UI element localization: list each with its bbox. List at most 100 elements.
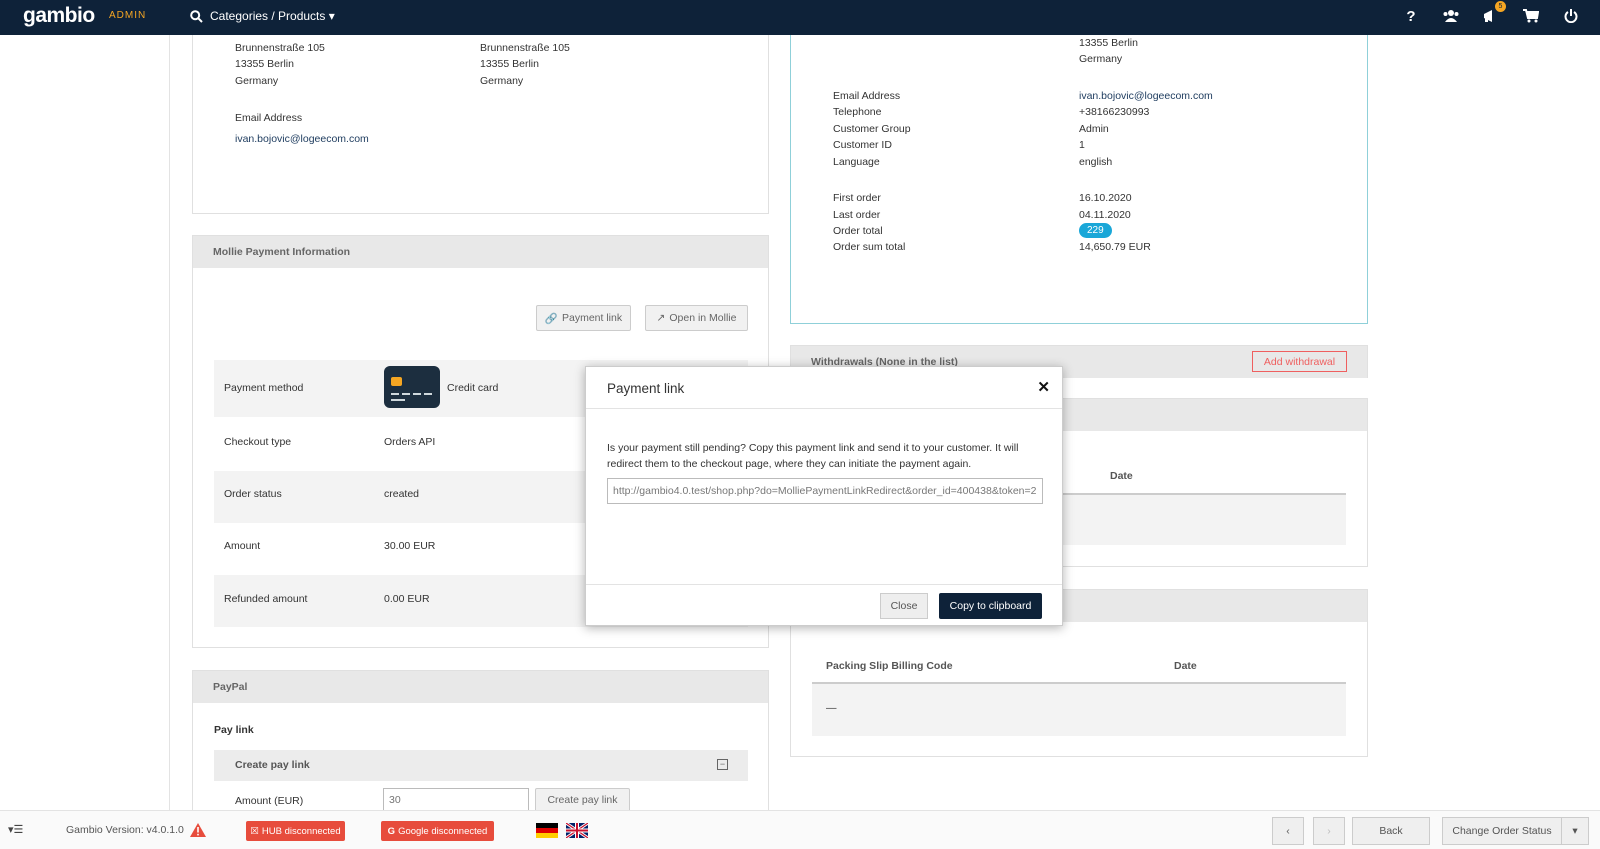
table-row: [812, 684, 1346, 736]
order-status-label: Order status: [224, 488, 282, 500]
german-flag-icon[interactable]: [536, 823, 558, 838]
billing-street: Brunnenstraße 105: [235, 42, 325, 54]
first-order-label: First order: [833, 192, 881, 204]
create-pay-link-button[interactable]: Create pay link: [535, 788, 630, 812]
previous-order-button[interactable]: ‹: [1272, 817, 1304, 845]
modal-divider: [586, 584, 1062, 585]
language-value: english: [1079, 156, 1113, 168]
google-icon: G: [387, 825, 396, 837]
amount-value: 30.00 EUR: [384, 540, 436, 552]
next-order-button[interactable]: ›: [1313, 817, 1345, 845]
create-pay-link-header[interactable]: Create pay link −: [214, 750, 748, 781]
first-order-value: 16.10.2020: [1079, 192, 1132, 204]
payment-link-input[interactable]: [607, 478, 1043, 504]
paypal-panel: PayPal Pay link Create pay link − Amount…: [192, 670, 769, 812]
gambio-logo[interactable]: gambio: [23, 4, 95, 28]
back-button-label: Back: [1379, 825, 1403, 837]
help-icon[interactable]: ?: [1402, 7, 1420, 25]
customer-group-label: Customer Group: [833, 123, 911, 135]
payment-method-label: Payment method: [224, 382, 304, 394]
collapse-icon[interactable]: −: [717, 759, 728, 770]
credit-card-icon: [384, 366, 440, 408]
packing-slip-code-column: Packing Slip Billing Code: [826, 660, 953, 672]
payment-link-button-label: Payment link: [561, 312, 623, 324]
checkout-type-value: Orders API: [384, 436, 436, 448]
paypal-amount-input[interactable]: [383, 788, 529, 812]
add-withdrawal-button[interactable]: Add withdrawal: [1252, 351, 1347, 372]
customer-id-label: Customer ID: [833, 139, 892, 151]
modal-body-text: Is your payment still pending? Copy this…: [607, 442, 1019, 470]
payment-link-button[interactable]: 🔗 Payment link: [536, 305, 631, 331]
mollie-panel-header: Mollie Payment Information: [193, 236, 768, 268]
uk-flag-icon[interactable]: [566, 823, 588, 838]
modal-title: Payment link: [607, 381, 685, 396]
hub-icon: ☒: [250, 825, 259, 837]
checkout-type-label: Checkout type: [224, 436, 292, 448]
close-icon[interactable]: ✕: [1037, 378, 1050, 396]
shipping-street: Brunnenstraße 105: [480, 42, 570, 54]
amount-label: Amount: [224, 540, 261, 552]
email-label: Email Address: [235, 112, 303, 124]
order-sum-label: Order sum total: [833, 241, 906, 253]
hub-disconnected-label: HUB disconnected: [261, 825, 341, 837]
left-sidebar: [0, 35, 170, 810]
admin-tag: ADMIN: [109, 10, 147, 21]
customer-group-value: Admin: [1079, 123, 1109, 135]
email-link[interactable]: ivan.bojovic@logeecom.com: [235, 133, 369, 145]
change-order-status-button[interactable]: Change Order Status: [1442, 817, 1562, 845]
google-disconnected-label: Google disconnected: [398, 825, 488, 837]
change-order-status-label: Change Order Status: [1452, 825, 1552, 837]
order-sum-value: 14,650.79 EUR: [1079, 241, 1151, 253]
create-pay-link-header-label: Create pay link: [235, 759, 310, 771]
payment-link-modal: Payment link ✕ Is your payment still pen…: [585, 366, 1063, 626]
last-order-value: 04.11.2020: [1079, 209, 1131, 221]
shipping-city: 13355 Berlin: [480, 58, 539, 70]
customer-email-label: Email Address: [833, 90, 901, 102]
billing-city: 13355 Berlin: [235, 58, 294, 70]
refunded-amount-label: Refunded amount: [224, 593, 308, 605]
customer-city: 13355 Berlin: [1079, 37, 1138, 49]
cart-icon[interactable]: [1522, 7, 1540, 25]
megaphone-icon[interactable]: 5: [1482, 1, 1506, 25]
top-bar: gambio ADMIN Categories / Products ▾ ? 5: [0, 0, 1600, 35]
search-icon: [190, 9, 203, 23]
warning-icon[interactable]: [189, 822, 207, 838]
modal-divider: [586, 408, 1062, 409]
invoices-date-column: Date: [1110, 470, 1133, 482]
packing-slip-empty: —: [826, 702, 837, 714]
customers-icon[interactable]: [1442, 7, 1460, 25]
close-button[interactable]: Close: [880, 593, 928, 619]
external-link-icon: ↗: [656, 312, 666, 324]
open-in-mollie-button-label: Open in Mollie: [669, 312, 737, 324]
order-total-badge[interactable]: 229: [1079, 223, 1112, 238]
menu-toggle-icon[interactable]: ▾☰: [8, 823, 23, 836]
language-label: Language: [833, 156, 880, 168]
customer-country: Germany: [1079, 53, 1123, 65]
copy-to-clipboard-button[interactable]: Copy to clipboard: [939, 593, 1042, 619]
caret-down-icon: ▾: [1572, 825, 1578, 837]
notification-badge: 5: [1495, 1, 1506, 12]
order-total-label: Order total: [833, 225, 883, 237]
category-nav-label: Categories / Products ▾: [210, 9, 335, 23]
google-disconnected-badge[interactable]: G Google disconnected: [381, 821, 494, 841]
address-panel: Brunnenstraße 105 13355 Berlin Germany B…: [192, 35, 769, 214]
customer-email-value[interactable]: ivan.bojovic@logeecom.com: [1079, 90, 1213, 102]
category-nav[interactable]: Categories / Products ▾: [190, 9, 335, 23]
chevron-left-icon: ‹: [1286, 825, 1290, 837]
paypal-panel-header: PayPal: [193, 671, 768, 703]
create-pay-link-button-label: Create pay link: [547, 794, 618, 806]
open-in-mollie-button[interactable]: ↗ Open in Mollie: [645, 305, 748, 331]
power-icon[interactable]: [1562, 7, 1580, 25]
hub-disconnected-badge[interactable]: ☒ HUB disconnected: [246, 821, 345, 841]
change-order-status-dropdown[interactable]: ▾: [1561, 817, 1589, 845]
version-text: Gambio Version: v4.0.1.0: [66, 824, 184, 836]
link-icon: 🔗: [544, 312, 558, 325]
paypal-amount-label: Amount (EUR): [235, 795, 304, 807]
last-order-label: Last order: [833, 209, 881, 221]
footer: ▾☰ Gambio Version: v4.0.1.0 ☒ HUB discon…: [0, 810, 1600, 849]
refunded-amount-value: 0.00 EUR: [384, 593, 430, 605]
payment-method-value: Credit card: [447, 382, 499, 394]
shipping-country: Germany: [480, 75, 524, 87]
back-button[interactable]: Back: [1352, 817, 1430, 845]
add-withdrawal-button-label: Add withdrawal: [1263, 355, 1336, 368]
